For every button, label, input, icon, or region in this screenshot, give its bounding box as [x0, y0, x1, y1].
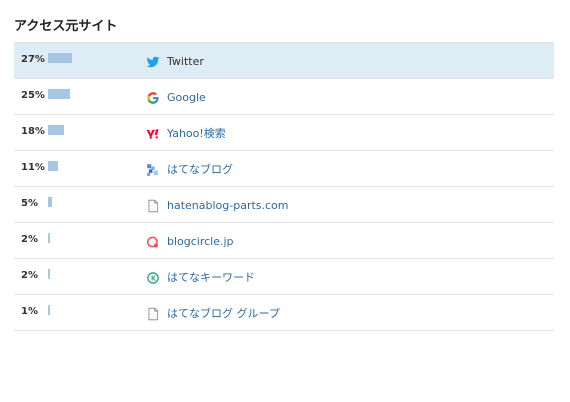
google-icon: [146, 90, 160, 104]
source-link[interactable]: Google: [146, 88, 206, 106]
share-percent: 25%: [21, 90, 45, 101]
document-icon: [146, 306, 160, 321]
share-bar: [48, 269, 50, 279]
hatena-blog-icon: [146, 162, 160, 176]
document-icon: [146, 198, 160, 213]
source-row: 1% はてなブログ グループ: [14, 295, 554, 331]
source-row: 11% はてなブログ: [14, 151, 554, 187]
share-bar: [48, 197, 52, 207]
panel-title: アクセス元サイト: [14, 19, 118, 34]
source-label: blogcircle.jp: [167, 234, 234, 248]
source-row: 5% hatenablog-parts.com: [14, 187, 554, 223]
source-row: 27% Twitter: [14, 43, 554, 79]
source-link[interactable]: blogcircle.jp: [146, 232, 234, 250]
share-percent: 11%: [21, 162, 45, 173]
source-link[interactable]: はてなキーワード: [146, 268, 255, 286]
source-label: Yahoo!検索: [167, 127, 226, 140]
share-percent: 27%: [21, 54, 45, 65]
yahoo-icon: [146, 126, 160, 140]
share-bar: [48, 89, 70, 99]
source-label: Google: [167, 90, 206, 104]
source-link[interactable]: hatenablog-parts.com: [146, 196, 289, 214]
source-link[interactable]: Twitter: [146, 52, 204, 70]
source-link[interactable]: Yahoo!検索: [146, 124, 226, 142]
share-bar: [48, 53, 72, 63]
share-percent: 2%: [21, 234, 38, 245]
source-label: hatenablog-parts.com: [167, 198, 289, 212]
source-row: 2% はてなキーワード: [14, 259, 554, 295]
source-row: 2% blogcircle.jp: [14, 223, 554, 259]
source-row: 25% Google: [14, 79, 554, 115]
source-label: はてなブログ: [167, 163, 233, 176]
share-percent: 1%: [21, 306, 38, 317]
share-percent: 18%: [21, 126, 45, 137]
source-row: 18% Yahoo!検索: [14, 115, 554, 151]
access-source-list: 27% Twitter 25% Google 18% Yahoo!検索 11% はてなブログ 5…: [14, 42, 554, 331]
source-label: Twitter: [167, 54, 204, 68]
share-bar: [48, 305, 50, 315]
blogcircle-icon: [146, 234, 160, 248]
hatena-keyword-icon: [146, 270, 160, 284]
source-label: はてなブログ グループ: [167, 307, 280, 320]
share-bar: [48, 233, 50, 243]
twitter-icon: [146, 54, 160, 68]
share-bar: [48, 161, 58, 171]
share-percent: 2%: [21, 270, 38, 281]
source-link[interactable]: はてなブログ グループ: [146, 304, 280, 322]
share-bar: [48, 125, 64, 135]
source-link[interactable]: はてなブログ: [146, 160, 233, 178]
source-label: はてなキーワード: [167, 271, 255, 284]
share-percent: 5%: [21, 198, 38, 209]
